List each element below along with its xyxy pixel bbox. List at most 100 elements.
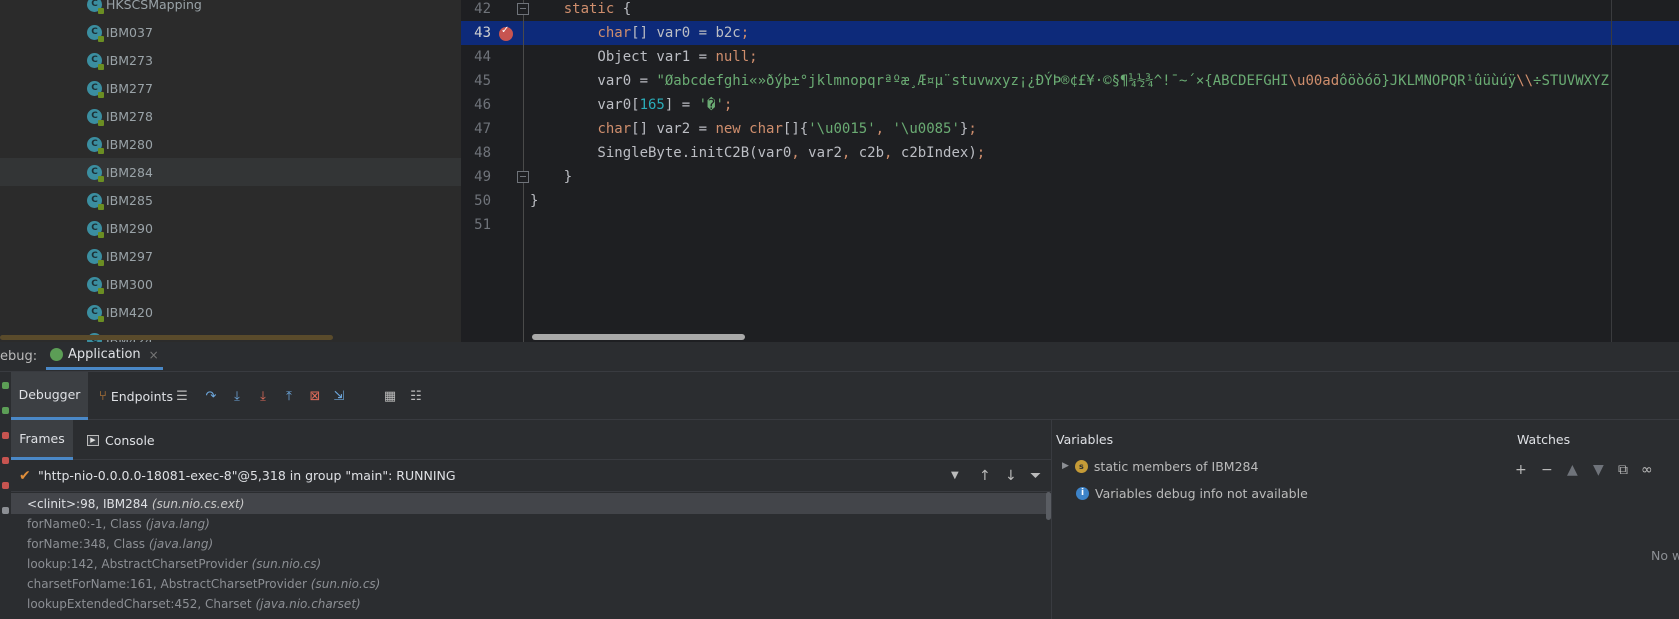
- editor-horizontal-scrollbar[interactable]: [532, 334, 745, 340]
- tree-item[interactable]: C IBM037: [0, 18, 461, 46]
- stop-icon[interactable]: [2, 432, 9, 439]
- endpoints-icon: ⑂: [99, 388, 107, 404]
- run-config-tab[interactable]: Application ×: [46, 342, 163, 370]
- code-token: ;: [976, 145, 986, 161]
- code-line[interactable]: 48 SingleByte.initC2B(var0, var2, c2b, c…: [461, 141, 1679, 165]
- line-number: 46: [474, 97, 491, 113]
- code-token: ;: [740, 25, 750, 41]
- step-into-icon[interactable]: ⤓: [230, 389, 244, 404]
- settings-icon[interactable]: [2, 507, 9, 514]
- code-line[interactable]: 47 char[] var2 = new char[]{'\u0015', '\…: [461, 117, 1679, 141]
- remove-watch-icon[interactable]: −: [1541, 462, 1553, 478]
- code-line[interactable]: 44 Object var1 = null;: [461, 45, 1679, 69]
- code-line[interactable]: 50}: [461, 189, 1679, 213]
- code-line[interactable]: 43 char[] var0 = b2c;: [461, 21, 1679, 45]
- tree-item[interactable]: C IBM300: [0, 270, 461, 298]
- fold-toggle-icon[interactable]: [517, 171, 529, 183]
- expand-arrow-icon[interactable]: ▶: [1062, 461, 1069, 471]
- code-token: ;: [749, 49, 758, 65]
- code-token: "Øabcdefghi«»ðýþ±°jklmnopqrªºæ¸Æ¤µ¨stuvw…: [656, 73, 1289, 89]
- debug-toolbar: Debugger ⑂ Endpoints ☰ ↷ ⤓ ⤓ ⤒ ⊠ ⇲ ▦ ☷: [11, 372, 1679, 420]
- frame-method: forName:348, Class: [27, 536, 146, 551]
- frame-row[interactable]: lookup:142, AbstractCharsetProvider (sun…: [11, 553, 1051, 574]
- tree-item-label: IBM297: [106, 248, 153, 264]
- step-over-icon[interactable]: ↷: [204, 389, 218, 404]
- frame-method: charsetForName:161, AbstractCharsetProvi…: [27, 576, 307, 591]
- code-line[interactable]: 45 var0 = "Øabcdefghi«»ðýþ±°jklmnopqrªºæ…: [461, 69, 1679, 93]
- code-line[interactable]: 46 var0[165] = '�';: [461, 93, 1679, 117]
- drop-frame-icon[interactable]: ⊠: [308, 389, 322, 404]
- arrow-up-icon[interactable]: ↑: [979, 468, 991, 484]
- frame-row[interactable]: charsetForName:161, AbstractCharsetProvi…: [11, 573, 1051, 594]
- glasses-icon[interactable]: ∞: [1641, 462, 1653, 478]
- tree-item[interactable]: C IBM278: [0, 102, 461, 130]
- code-token: new char: [715, 121, 783, 137]
- tab-console[interactable]: ▶ Console: [87, 420, 155, 460]
- frame-text: forName0:-1, Class (java.lang): [27, 517, 210, 531]
- code-line[interactable]: 51: [461, 213, 1679, 237]
- console-icon: ▶: [87, 434, 99, 446]
- tree-item[interactable]: C IBM285: [0, 186, 461, 214]
- fold-toggle-icon[interactable]: [517, 3, 529, 15]
- tab-debugger[interactable]: Debugger: [11, 372, 88, 420]
- code-line[interactable]: 49 }: [461, 165, 1679, 189]
- view-breakpoints-icon[interactable]: [2, 457, 9, 464]
- evaluate-icon[interactable]: ▦: [383, 389, 397, 404]
- tree-item[interactable]: C IBM420: [0, 298, 461, 326]
- frame-row[interactable]: forName:348, Class (java.lang): [11, 533, 1051, 554]
- menu-icon[interactable]: ☰: [175, 389, 189, 404]
- code-text: SingleByte.initC2B(var0, var2, c2b, c2bI…: [530, 141, 985, 165]
- frame-row[interactable]: forName0:-1, Class (java.lang): [11, 513, 1051, 534]
- close-tab-icon[interactable]: ×: [149, 348, 159, 362]
- code-token: ,: [841, 145, 859, 161]
- mute-breakpoints-icon[interactable]: [2, 482, 9, 489]
- step-out-icon[interactable]: ⤒: [282, 389, 296, 404]
- trace-icon[interactable]: ☷: [409, 389, 423, 404]
- thread-selector[interactable]: ✔ "http-nio-0.0.0.0-18081-exec-8"@5,318 …: [11, 460, 1051, 492]
- frame-text: forName:348, Class (java.lang): [27, 537, 213, 551]
- tree-item-label: IBM285: [106, 192, 153, 208]
- frame-row[interactable]: lookupExtendedCharset:452, Charset (java…: [11, 593, 1051, 614]
- tree-item-label: IBM284: [106, 164, 153, 180]
- move-up-icon[interactable]: ▲: [1567, 462, 1578, 478]
- tree-item[interactable]: C IBM273: [0, 46, 461, 74]
- tab-endpoints[interactable]: ⑂ Endpoints: [99, 372, 173, 420]
- add-watch-icon[interactable]: +: [1515, 462, 1527, 478]
- static-members-node[interactable]: ▶ s static members of IBM284: [1062, 454, 1258, 478]
- copy-icon[interactable]: ⧉: [1618, 462, 1628, 478]
- rerun-icon[interactable]: [2, 407, 9, 414]
- tree-item[interactable]: C IBM277: [0, 74, 461, 102]
- code-token: var0 =: [530, 73, 657, 89]
- resume-icon[interactable]: [2, 382, 9, 389]
- code-line[interactable]: 42 static {: [461, 0, 1679, 21]
- code-token: var0[: [530, 97, 640, 113]
- tree-item[interactable]: C HKSCSMapping: [0, 0, 461, 18]
- breakpoint-icon[interactable]: [499, 25, 513, 41]
- class-icon: C: [87, 80, 104, 98]
- tree-horizontal-scrollbar[interactable]: [0, 335, 333, 340]
- tree-item[interactable]: C IBM290: [0, 214, 461, 242]
- filter-icon[interactable]: ⏷: [1030, 468, 1041, 484]
- line-number: 51: [474, 217, 491, 233]
- frame-row[interactable]: <clinit>:98, IBM284 (sun.nio.cs.ext): [11, 493, 1051, 514]
- move-down-icon[interactable]: ▼: [1593, 462, 1604, 478]
- force-step-into-icon[interactable]: ⤓: [256, 389, 270, 404]
- code-token: ] =: [664, 97, 699, 113]
- tab-endpoints-label: Endpoints: [110, 388, 173, 404]
- tree-item[interactable]: C IBM297: [0, 242, 461, 270]
- code-token: '\u0085': [892, 121, 960, 137]
- variables-panel: Variables ▶ s static members of IBM284 i…: [1051, 420, 1485, 619]
- tree-item[interactable]: C IBM280: [0, 130, 461, 158]
- code-editor[interactable]: 42 static {43 char[] var0 = b2c; 44 Objec…: [461, 0, 1679, 342]
- code-text: }: [530, 165, 572, 189]
- debug-side-toolbar: [0, 372, 11, 619]
- chevron-down-icon[interactable]: ▼: [951, 470, 959, 481]
- tree-item[interactable]: C IBM284: [0, 158, 461, 186]
- frame-package: (sun.nio.cs): [310, 576, 381, 591]
- class-icon: C: [87, 304, 104, 322]
- run-to-cursor-icon[interactable]: ⇲: [332, 389, 346, 404]
- code-token: char: [597, 25, 632, 41]
- arrow-down-icon[interactable]: ↓: [1005, 468, 1017, 484]
- tab-frames[interactable]: Frames: [11, 420, 73, 460]
